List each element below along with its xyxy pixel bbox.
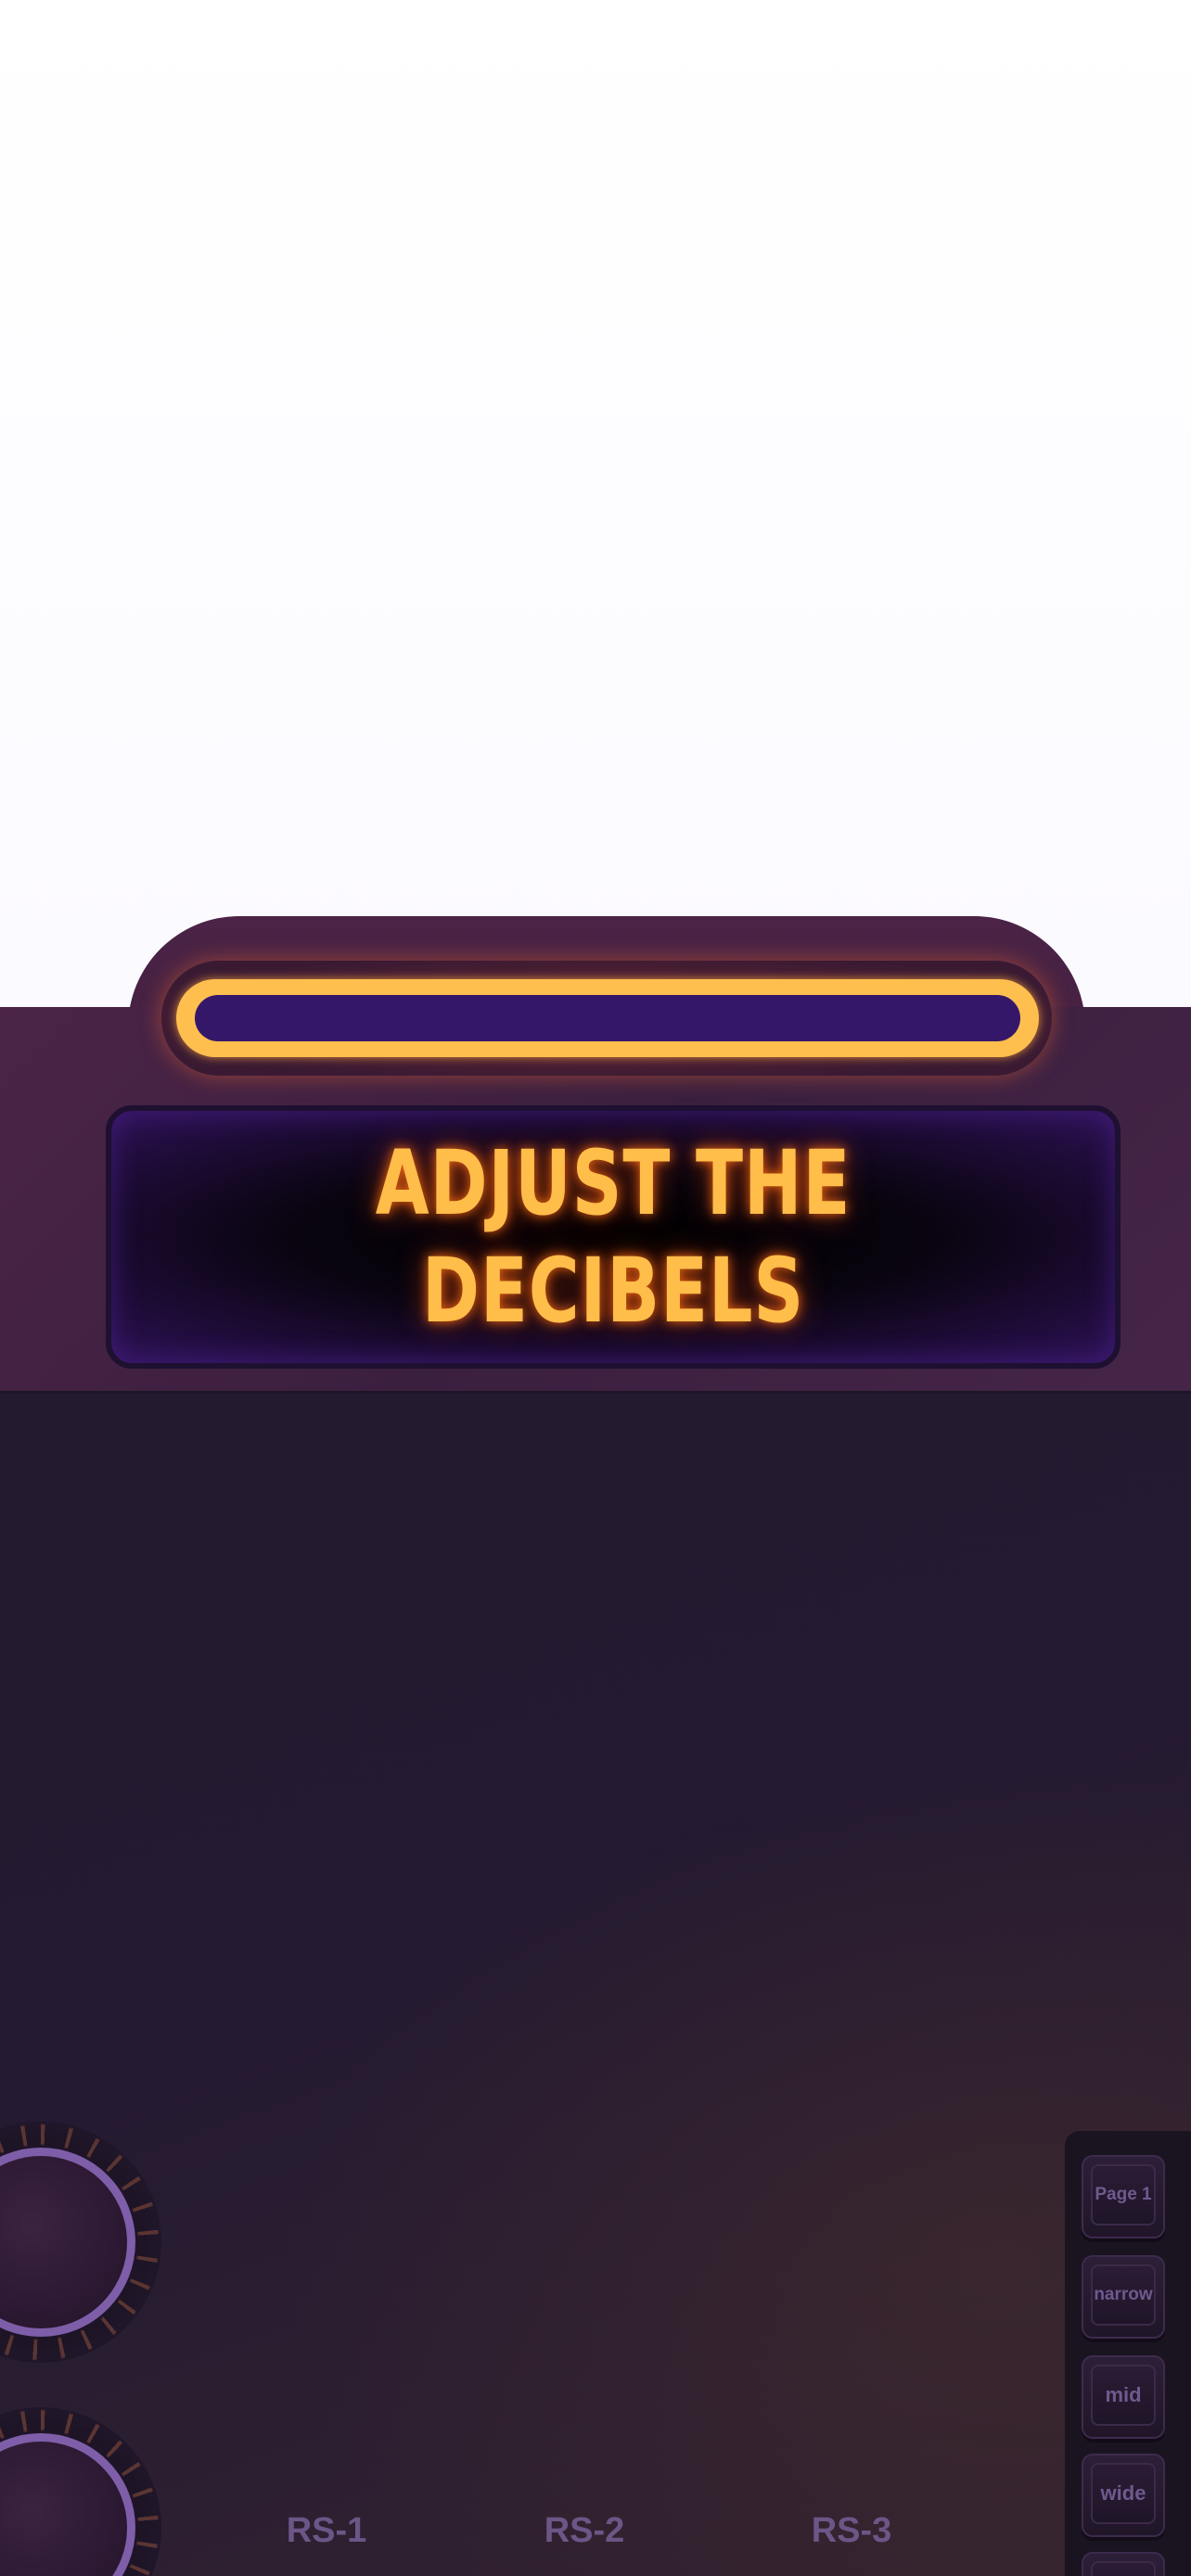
channel-label-rs-2: RS-2 xyxy=(544,2511,625,2550)
page-1-button[interactable]: Page 1 xyxy=(1082,2155,1165,2238)
display-screen: ADJUST THE DECIBELS xyxy=(106,1105,1121,1369)
mid-button-label: mid xyxy=(1091,2365,1156,2426)
game-screen: ADJUST THE DECIBELS RS-1 RS-2 RS-3 Page 1… xyxy=(0,0,1191,2576)
narrow-button[interactable]: narrow xyxy=(1082,2255,1165,2339)
channel-label-rs-1: RS-1 xyxy=(286,2511,367,2550)
wide-button-label: wide xyxy=(1091,2463,1156,2524)
side-button-5[interactable] xyxy=(1082,2552,1165,2576)
neon-tube-core xyxy=(195,995,1020,1041)
page-1-button-label: Page 1 xyxy=(1091,2164,1156,2225)
title-line-1: ADJUST THE xyxy=(375,1131,852,1235)
screen-title: ADJUST THE DECIBELS xyxy=(222,1129,1005,1345)
channel-label-rs-3: RS-3 xyxy=(811,2511,892,2550)
background-top xyxy=(0,0,1191,1007)
mid-button[interactable]: mid xyxy=(1082,2355,1165,2439)
title-line-2: DECIBELS xyxy=(421,1239,805,1343)
wide-button[interactable]: wide xyxy=(1082,2454,1165,2537)
title-text: ADJUST THE DECIBELS xyxy=(376,1131,852,1343)
side-button-5-label xyxy=(1091,2561,1156,2576)
narrow-button-label: narrow xyxy=(1091,2264,1156,2326)
panel-shading xyxy=(278,1762,1191,2576)
